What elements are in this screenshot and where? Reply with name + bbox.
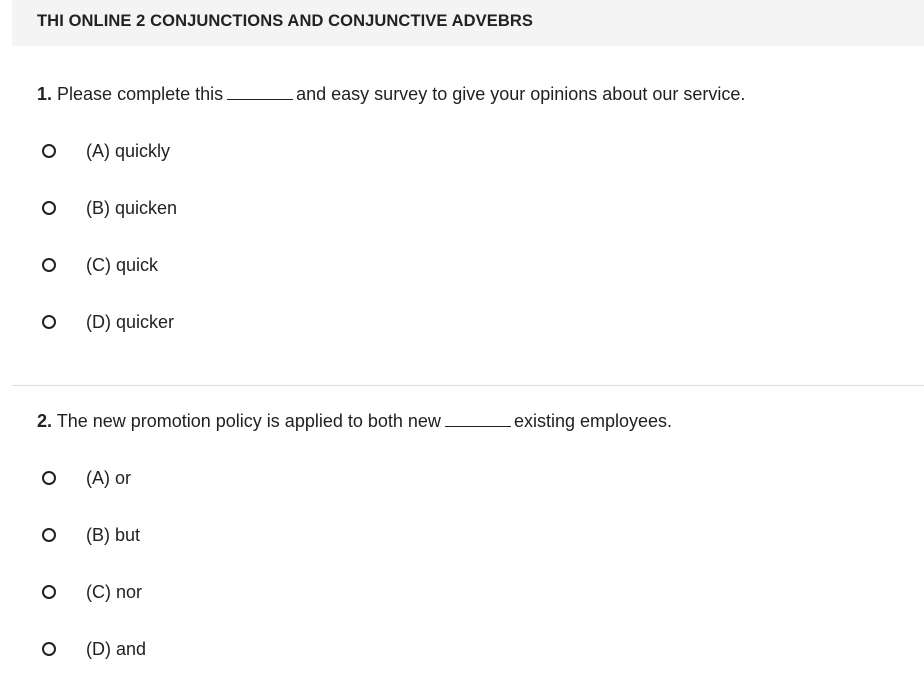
question-2-text-after: existing employees. xyxy=(513,411,673,431)
question-2-text: 2. The new promotion policy is applied t… xyxy=(37,411,672,432)
radio-button[interactable] xyxy=(42,528,56,542)
option-label: (B) but xyxy=(86,524,141,545)
radio-button[interactable] xyxy=(42,471,56,485)
option-label: (C) quick xyxy=(86,254,159,275)
title-bar: THI ONLINE 2 CONJUNCTIONS AND CONJUNCTIV… xyxy=(12,0,924,46)
option-label: (D) and xyxy=(86,638,147,659)
question-1-option-c[interactable]: (C) quick xyxy=(42,253,158,277)
option-label: (C) nor xyxy=(86,581,143,602)
question-2-blank xyxy=(444,425,511,427)
question-2-option-b[interactable]: (B) but xyxy=(42,523,140,547)
option-label: (B) quicken xyxy=(86,197,178,218)
option-label: (D) quicker xyxy=(86,311,175,332)
option-label: (A) quickly xyxy=(86,140,171,161)
quiz-page: THI ONLINE 2 CONJUNCTIONS AND CONJUNCTIV… xyxy=(0,0,924,684)
question-2-option-c[interactable]: (C) nor xyxy=(42,580,142,604)
question-1-text: 1. Please complete this and easy survey t… xyxy=(37,84,745,105)
question-1-option-d[interactable]: (D) quicker xyxy=(42,310,174,334)
radio-button[interactable] xyxy=(42,258,56,272)
question-2-option-a[interactable]: (A) or xyxy=(42,466,131,490)
radio-button[interactable] xyxy=(42,585,56,599)
radio-button[interactable] xyxy=(42,315,56,329)
radio-button[interactable] xyxy=(42,201,56,215)
page-title: THI ONLINE 2 CONJUNCTIONS AND CONJUNCTIV… xyxy=(37,12,533,30)
question-1-option-b[interactable]: (B) quicken xyxy=(42,196,177,220)
question-2-number: 2. xyxy=(37,411,53,431)
option-label: (A) or xyxy=(86,467,131,488)
question-1-text-before: Please complete this xyxy=(57,84,224,104)
question-1-option-a[interactable]: (A) quickly xyxy=(42,139,170,163)
question-1-blank xyxy=(227,98,294,100)
question-2-text-before: The new promotion policy is applied to b… xyxy=(56,411,441,431)
radio-button[interactable] xyxy=(42,642,56,656)
radio-button[interactable] xyxy=(42,144,56,158)
question-1-text-after: and easy survey to give your opinions ab… xyxy=(296,84,746,104)
question-1-number: 1. xyxy=(37,84,53,104)
question-2-option-d[interactable]: (D) and xyxy=(42,637,146,661)
question-divider xyxy=(12,385,924,386)
